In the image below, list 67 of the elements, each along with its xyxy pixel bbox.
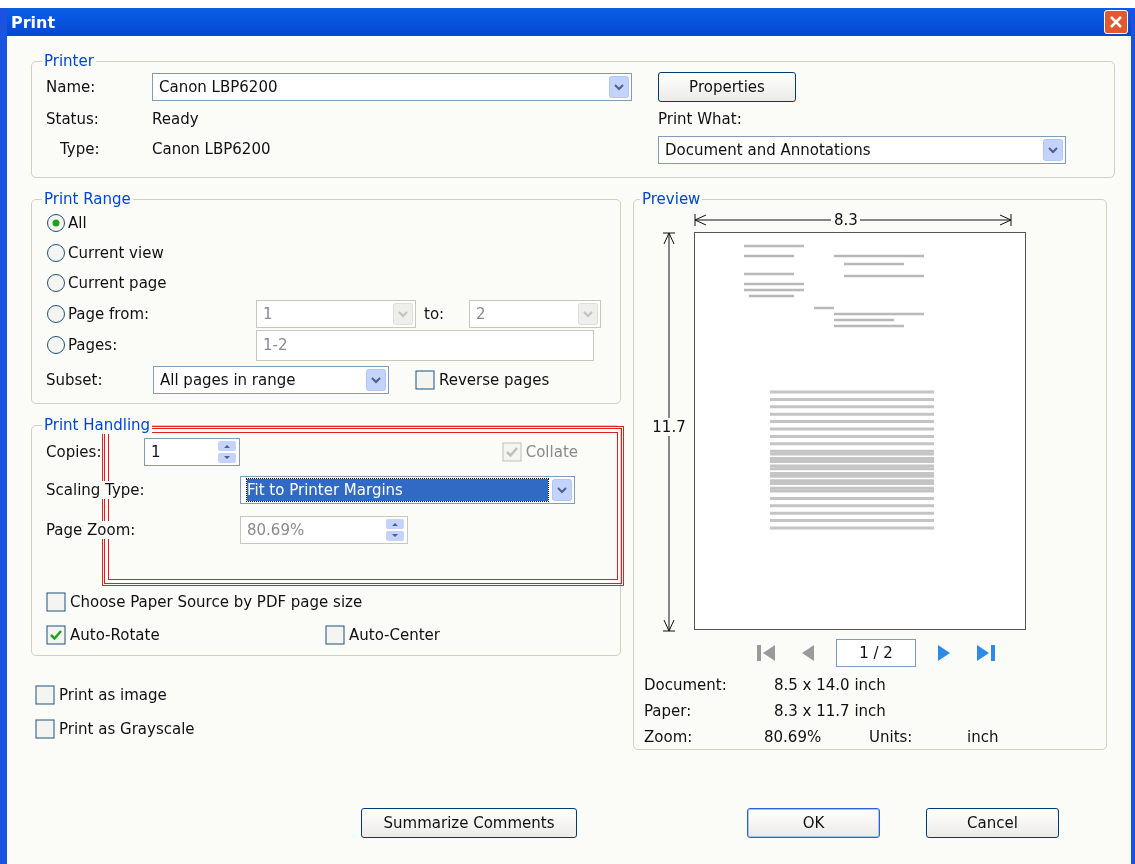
- height-arrow-icon: [662, 436, 676, 632]
- checkbox[interactable]: [46, 592, 66, 612]
- field-label: Scaling Type:: [46, 481, 145, 499]
- radio-label[interactable]: Current page: [68, 274, 167, 292]
- info-label: Document:: [644, 676, 728, 694]
- last-page-icon: [975, 642, 997, 664]
- checkbox-label[interactable]: Choose Paper Source by PDF page size: [70, 593, 363, 611]
- close-icon: [1109, 15, 1123, 29]
- info-value: 8.3 x 11.7 inch: [774, 702, 886, 720]
- field-label: Subset:: [46, 371, 104, 389]
- height-label: 11.7: [652, 418, 686, 436]
- group-title: Print Handling: [42, 416, 153, 434]
- previous-page-icon: [800, 642, 816, 664]
- dialog-button[interactable]: Summarize Comments: [361, 808, 577, 838]
- width-arrow-icon: [859, 213, 1012, 227]
- radio-label[interactable]: All: [68, 214, 87, 232]
- scaling-type-dropdown[interactable]: Fit to Printer Margins: [240, 476, 575, 504]
- window-title: Print: [11, 12, 56, 32]
- checkbox[interactable]: [415, 370, 435, 390]
- close-button[interactable]: [1104, 10, 1128, 34]
- type-value: Canon LBP6200: [152, 140, 271, 158]
- checkbox-label[interactable]: Print as image: [59, 686, 167, 704]
- info-label: Zoom:: [644, 728, 694, 746]
- checkbox[interactable]: [35, 685, 55, 705]
- checkbox[interactable]: [46, 625, 66, 645]
- checkbox-label[interactable]: Print as Grayscale: [59, 720, 195, 738]
- subset-dropdown[interactable]: All pages in range: [153, 366, 389, 394]
- radio-button[interactable]: [46, 243, 66, 263]
- info-value: 8.5 x 14.0 inch: [774, 676, 886, 694]
- field-label: Print What:: [658, 110, 742, 128]
- height-arrow-icon: [662, 232, 676, 418]
- dialog-button[interactable]: OK: [747, 808, 880, 838]
- radio-button[interactable]: [46, 304, 66, 324]
- field-label: Copies:: [46, 443, 102, 461]
- status-value: Ready: [152, 110, 199, 128]
- radio-button[interactable]: [46, 213, 66, 233]
- radio-button[interactable]: [46, 273, 66, 293]
- first-page-icon: [755, 642, 777, 664]
- field-label: Type:: [59, 140, 101, 158]
- field-label: Status:: [46, 110, 100, 128]
- checkbox[interactable]: [325, 625, 345, 645]
- radio-label[interactable]: Page from:: [68, 305, 256, 323]
- checkbox-label[interactable]: Auto-Rotate: [70, 626, 325, 644]
- properties-button[interactable]: Properties: [658, 72, 796, 102]
- info-label: Paper:: [644, 702, 693, 720]
- radio-label[interactable]: Pages:: [68, 336, 256, 354]
- info-value: inch: [967, 728, 999, 746]
- width-arrow-icon: [694, 213, 832, 227]
- checkbox[interactable]: [35, 719, 55, 739]
- copies-input[interactable]: 1: [144, 438, 240, 466]
- radio-button[interactable]: [46, 335, 66, 355]
- width-label: 8.3: [833, 211, 859, 229]
- page-number-input[interactable]: 1 / 2: [836, 639, 916, 667]
- print-what-dropdown[interactable]: Document and Annotations: [658, 136, 1066, 164]
- dialog-button[interactable]: Cancel: [926, 808, 1059, 838]
- radio-label[interactable]: Current view: [68, 244, 164, 262]
- group-title: Print Range: [42, 190, 133, 208]
- spinner-arrows-icon[interactable]: [217, 440, 237, 464]
- field-label: Name:: [46, 78, 97, 96]
- field-label: Page Zoom:: [46, 521, 136, 539]
- field-label: to:: [423, 305, 446, 323]
- info-value: 80.69%: [764, 728, 823, 746]
- checkbox-label[interactable]: Auto-Center: [349, 626, 440, 644]
- checkbox-label[interactable]: Reverse pages: [439, 371, 550, 389]
- printer-name-dropdown[interactable]: Canon LBP6200: [152, 73, 632, 101]
- info-label: Units:: [869, 728, 914, 746]
- next-page-icon: [936, 642, 952, 664]
